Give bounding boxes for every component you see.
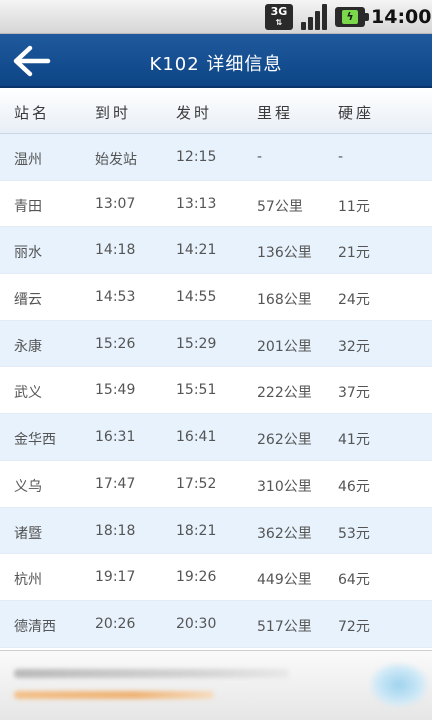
station-name: 义乌 bbox=[14, 478, 42, 495]
table-row: 武义 15:49 15:51 222公里 37元 bbox=[0, 367, 432, 415]
station-name: 青田 bbox=[14, 198, 42, 215]
distance: 517公里 bbox=[257, 618, 312, 635]
title-bar: K102 详细信息 bbox=[0, 34, 432, 88]
arrival-time: 19:17 bbox=[95, 569, 136, 586]
column-header-station: 站名 bbox=[14, 104, 51, 122]
3g-data-icon: 3G ⇅ bbox=[265, 4, 293, 30]
departure-time: 19:26 bbox=[176, 569, 217, 586]
departure-time: 15:29 bbox=[176, 335, 217, 352]
arrival-time: 18:18 bbox=[95, 522, 136, 539]
distance: 57公里 bbox=[257, 198, 303, 215]
departure-time: 17:52 bbox=[176, 475, 217, 492]
departure-time: 16:41 bbox=[176, 429, 217, 446]
column-header-hard-seat: 硬座 bbox=[338, 104, 375, 122]
distance: 262公里 bbox=[257, 432, 312, 449]
hard-seat-price: - bbox=[338, 149, 344, 165]
arrival-time: 15:26 bbox=[95, 335, 136, 352]
hard-seat-price: 46元 bbox=[338, 478, 370, 495]
distance: 222公里 bbox=[257, 385, 312, 402]
station-name: 丽水 bbox=[14, 245, 42, 262]
departure-time: 14:21 bbox=[176, 242, 217, 259]
signal-strength-icon bbox=[300, 4, 328, 30]
arrival-time: 16:31 bbox=[95, 429, 136, 446]
battery-charging-icon: ϟ bbox=[335, 7, 369, 27]
table-header: 站名 到时 发时 里程 硬座 bbox=[0, 88, 432, 134]
ad-image-icon bbox=[370, 663, 428, 707]
arrival-time: 17:47 bbox=[95, 475, 136, 492]
table-row: 义乌 17:47 17:52 310公里 46元 bbox=[0, 460, 432, 508]
ad-text-blurred bbox=[14, 669, 289, 678]
table-row: 温州 始发站 12:15 - - bbox=[0, 134, 432, 181]
station-name: 缙云 bbox=[14, 292, 42, 309]
departure-time: 20:30 bbox=[176, 615, 217, 632]
station-name: 温州 bbox=[14, 152, 42, 168]
page-title: K102 详细信息 bbox=[149, 54, 283, 75]
distance: - bbox=[257, 149, 263, 165]
distance: 168公里 bbox=[257, 292, 312, 309]
ad-subtext-blurred bbox=[14, 691, 214, 699]
table-row: 诸暨 18:18 18:21 362公里 53元 bbox=[0, 507, 432, 555]
departure-time: 12:15 bbox=[176, 149, 217, 165]
table-row: 缙云 14:53 14:55 168公里 24元 bbox=[0, 274, 432, 321]
distance: 201公里 bbox=[257, 338, 312, 355]
arrival-time: 始发站 bbox=[95, 152, 137, 168]
arrival-time: 20:26 bbox=[95, 615, 136, 632]
hard-seat-price: 32元 bbox=[338, 338, 370, 355]
column-header-departure: 发时 bbox=[176, 104, 213, 122]
distance: 449公里 bbox=[257, 572, 312, 589]
distance: 362公里 bbox=[257, 525, 312, 542]
ad-banner[interactable] bbox=[0, 650, 432, 720]
departure-time: 15:51 bbox=[176, 382, 217, 399]
distance: 136公里 bbox=[257, 245, 312, 262]
hard-seat-price: 41元 bbox=[338, 432, 370, 449]
status-time: 14:00 bbox=[371, 6, 432, 28]
station-name: 金华西 bbox=[14, 432, 56, 449]
distance: 310公里 bbox=[257, 478, 312, 495]
table-row: 金华西 16:31 16:41 262公里 41元 bbox=[0, 414, 432, 461]
status-bar: 3G ⇅ ϟ 14:00 bbox=[0, 0, 432, 34]
departure-time: 13:13 bbox=[176, 195, 217, 212]
hard-seat-price: 37元 bbox=[338, 385, 370, 402]
departure-time: 14:55 bbox=[176, 289, 217, 306]
table-row: 杭州 19:17 19:26 449公里 64元 bbox=[0, 554, 432, 601]
station-name: 永康 bbox=[14, 338, 42, 355]
station-name: 杭州 bbox=[14, 572, 42, 589]
departure-time: 18:21 bbox=[176, 522, 217, 539]
timetable: 站名 到时 发时 里程 硬座 温州 始发站 12:15 - - 青田 13:07 13:13 5… bbox=[0, 88, 432, 648]
hard-seat-price: 21元 bbox=[338, 245, 370, 262]
hard-seat-price: 53元 bbox=[338, 525, 370, 542]
table-row: 永康 15:26 15:29 201公里 32元 bbox=[0, 320, 432, 368]
arrival-time: 15:49 bbox=[95, 382, 136, 399]
table-row: 丽水 14:18 14:21 136公里 21元 bbox=[0, 227, 432, 275]
hard-seat-price: 11元 bbox=[338, 198, 370, 215]
arrival-time: 14:18 bbox=[95, 242, 136, 259]
arrival-time: 14:53 bbox=[95, 289, 136, 306]
column-header-arrival: 到时 bbox=[95, 104, 132, 122]
hard-seat-price: 24元 bbox=[338, 292, 370, 309]
hard-seat-price: 72元 bbox=[338, 618, 370, 635]
hard-seat-price: 64元 bbox=[338, 572, 370, 589]
table-row: 德清西 20:26 20:30 517公里 72元 bbox=[0, 600, 432, 648]
table-row: 青田 13:07 13:13 57公里 11元 bbox=[0, 180, 432, 228]
column-header-distance: 里程 bbox=[257, 104, 294, 122]
station-name: 诸暨 bbox=[14, 525, 42, 542]
arrival-time: 13:07 bbox=[95, 195, 136, 212]
station-name: 武义 bbox=[14, 385, 42, 402]
station-name: 德清西 bbox=[14, 618, 56, 635]
